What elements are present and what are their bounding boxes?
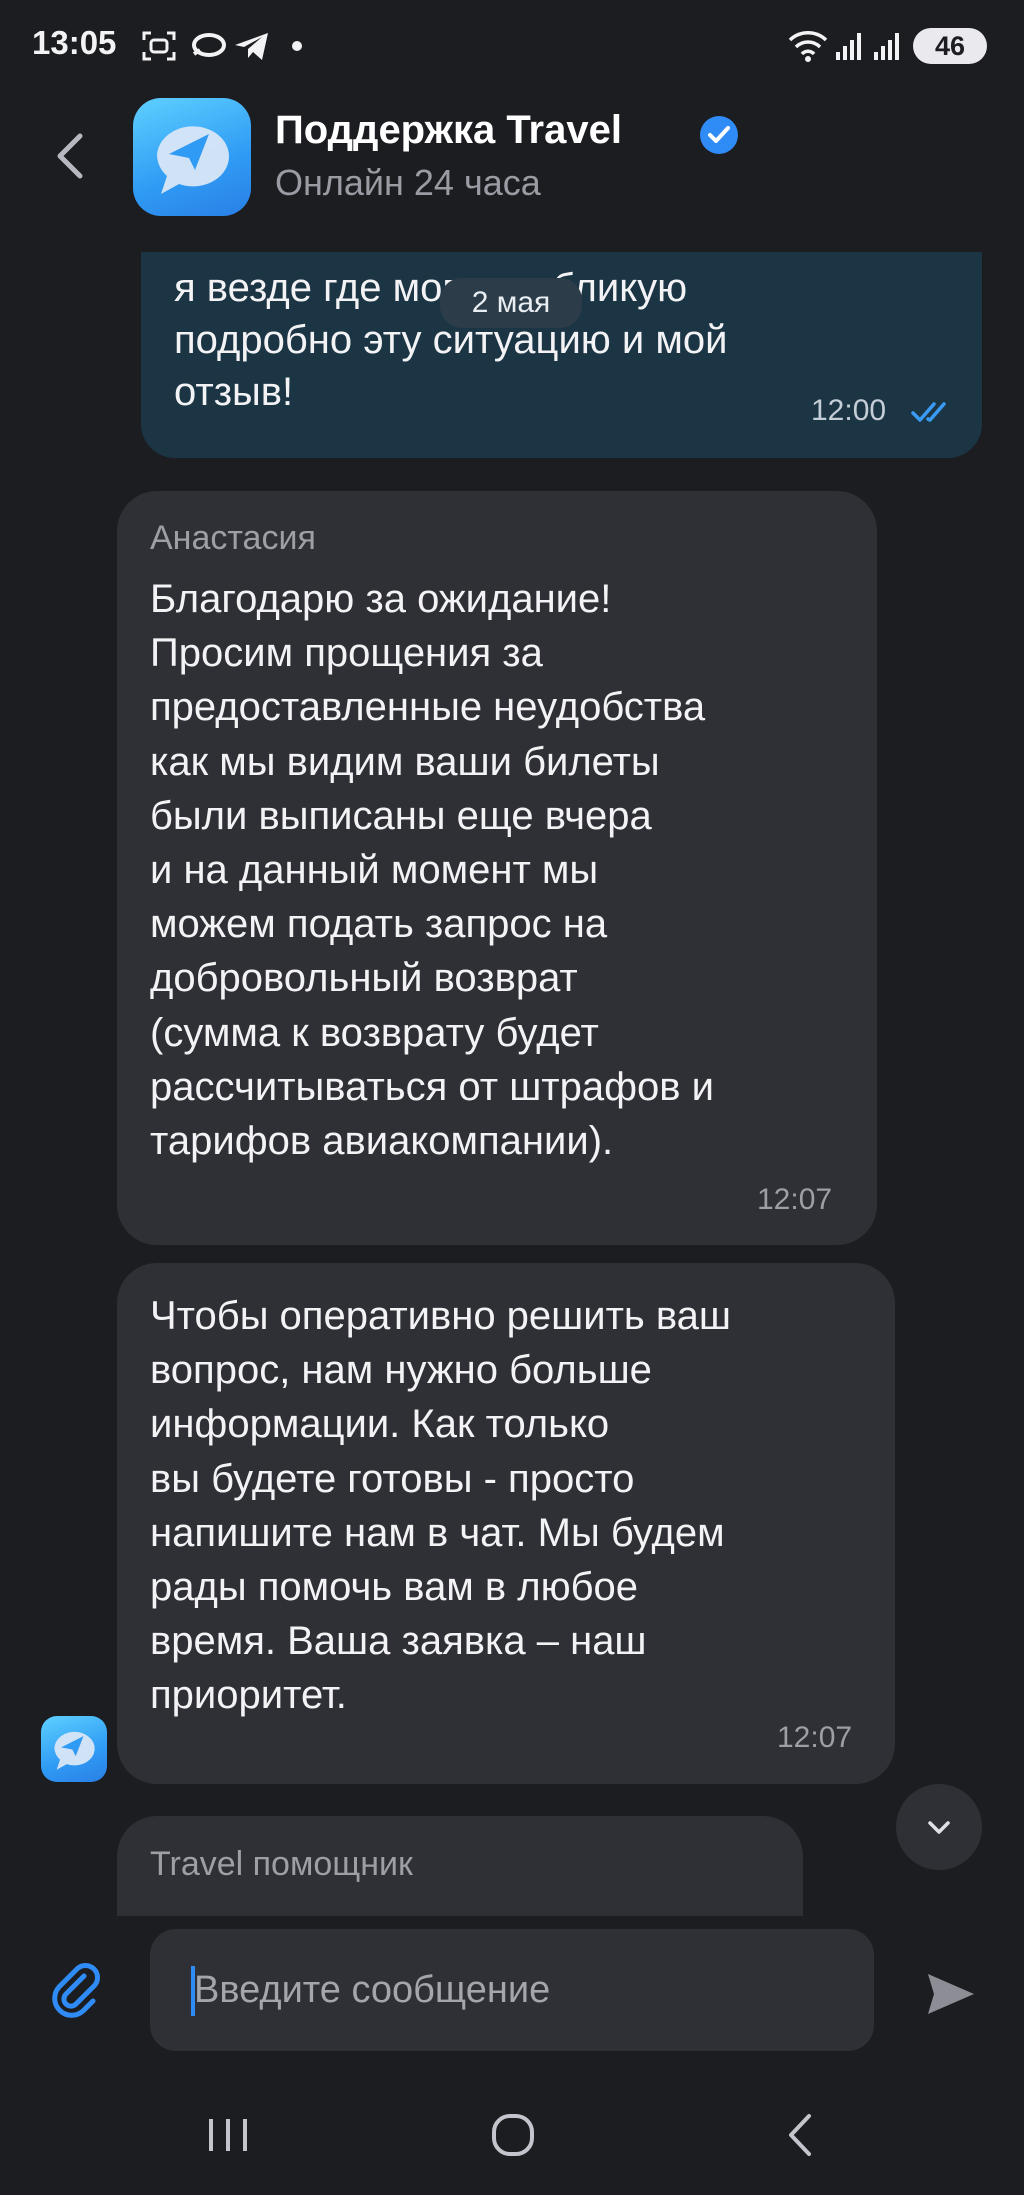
message-sender: Анастасия — [150, 519, 316, 557]
home-icon — [492, 2114, 534, 2156]
recent-apps-button[interactable] — [193, 2105, 263, 2165]
home-button[interactable] — [478, 2105, 548, 2165]
sender-avatar[interactable] — [41, 1716, 107, 1782]
back-icon — [789, 2114, 811, 2156]
message-time: 12:07 — [777, 1721, 853, 1754]
text-cursor — [191, 1966, 195, 2016]
signal-icon — [874, 33, 899, 60]
message-text: Чтобы оперативно решить ваш вопрос, нам … — [150, 1294, 732, 1718]
chat-plane-logo-icon — [54, 1731, 95, 1770]
message-sender: Travel помощник — [150, 1845, 413, 1883]
signal-icon — [836, 33, 861, 60]
channel-title[interactable]: Поддержка Travel — [275, 108, 622, 153]
chat-plane-logo-icon — [157, 126, 229, 194]
message-text: Благодарю за ожидание! Просим прощения з… — [150, 577, 714, 1164]
wifi-icon — [788, 31, 828, 62]
date-label: 2 мая — [471, 286, 551, 319]
channel-status: Онлайн 24 часа — [275, 162, 541, 203]
message-time: 12:07 — [757, 1183, 833, 1216]
dot-icon — [292, 41, 302, 51]
channel-avatar[interactable] — [133, 98, 251, 216]
paperclip-icon[interactable] — [48, 1962, 104, 2018]
chevron-down-icon — [928, 1821, 950, 1834]
telegram-icon — [235, 33, 268, 60]
verified-icon — [700, 116, 738, 154]
screenshot-icon — [142, 31, 176, 61]
battery-level: 46 — [934, 30, 966, 61]
message-input[interactable] — [150, 1929, 874, 2051]
recent-apps-icon — [209, 2119, 247, 2151]
chat-bubble-icon — [192, 33, 226, 57]
back-button[interactable] — [46, 126, 96, 186]
scroll-down-button[interactable] — [896, 1784, 982, 1870]
battery-icon: 46 — [913, 28, 987, 64]
date-chip: 2 мая — [440, 278, 582, 328]
send-icon[interactable] — [922, 1966, 978, 2022]
status-time: 13:05 — [32, 24, 117, 61]
message-time: 12:00 — [811, 394, 887, 427]
double-check-icon — [911, 402, 946, 422]
nav-back-button[interactable] — [766, 2105, 836, 2165]
